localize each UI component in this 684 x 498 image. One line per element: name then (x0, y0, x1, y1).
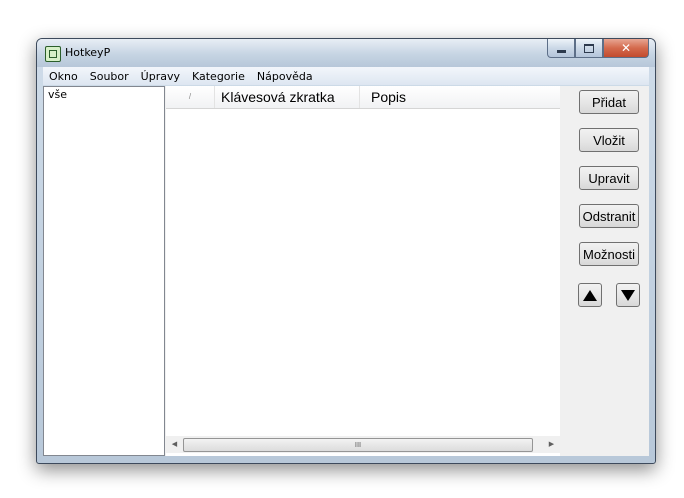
menu-upravy[interactable]: Úpravy (135, 70, 186, 83)
scroll-left-icon[interactable]: ◀ (166, 436, 183, 453)
horizontal-scrollbar[interactable]: ◀ III ▶ (166, 436, 560, 453)
maximize-icon (584, 43, 594, 53)
edit-button[interactable]: Upravit (579, 166, 639, 190)
caption-buttons: ✕ (547, 39, 649, 59)
minimize-icon (556, 49, 566, 53)
minimize-button[interactable] (547, 39, 575, 58)
options-button[interactable]: Možnosti (579, 242, 639, 266)
title-bar[interactable]: HotkeyP ✕ (37, 39, 655, 67)
category-item-all[interactable]: vše (44, 87, 164, 102)
category-list[interactable]: vše (43, 86, 165, 456)
move-up-button[interactable] (578, 283, 602, 307)
menu-kategorie[interactable]: Kategorie (186, 70, 251, 83)
scroll-right-icon[interactable]: ▶ (543, 436, 560, 453)
hotkeyp-app-icon[interactable] (45, 46, 61, 62)
insert-button[interactable]: Vložit (579, 128, 639, 152)
remove-button[interactable]: Odstranit (579, 204, 639, 228)
list-header: / Klávesová zkratka Popis (166, 86, 560, 109)
column-header-description[interactable]: Popis (361, 86, 560, 108)
move-down-button[interactable] (616, 283, 640, 307)
column-header-sort[interactable]: / (166, 86, 215, 108)
window-title: HotkeyP (65, 46, 111, 59)
menu-soubor[interactable]: Soubor (84, 70, 135, 83)
close-icon: ✕ (620, 41, 632, 55)
triangle-down-icon (621, 289, 635, 301)
main-window: HotkeyP ✕ Okno Soubor Úpravy Kategorie N… (36, 38, 656, 464)
hotkey-list[interactable]: / Klávesová zkratka Popis ◀ III ▶ (166, 86, 560, 456)
maximize-button[interactable] (575, 39, 603, 58)
menu-bar: Okno Soubor Úpravy Kategorie Nápověda (43, 67, 649, 85)
add-button[interactable]: Přidat (579, 90, 639, 114)
column-header-shortcut[interactable]: Klávesová zkratka (215, 86, 360, 108)
menu-okno[interactable]: Okno (43, 70, 84, 83)
scroll-thumb[interactable]: III (183, 438, 533, 452)
triangle-up-icon (583, 289, 597, 301)
client-area: vše / Klávesová zkratka Popis ◀ III ▶ Př… (43, 86, 649, 456)
close-button[interactable]: ✕ (603, 39, 649, 58)
menu-napoveda[interactable]: Nápověda (251, 70, 319, 83)
